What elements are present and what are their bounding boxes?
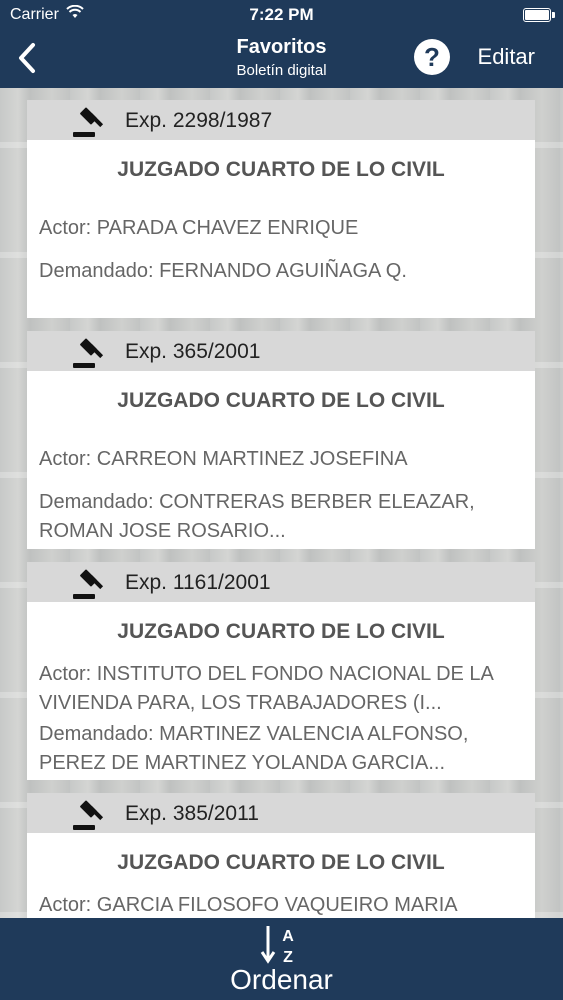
demandado-text: Demandado: MARTINEZ VALENCIA ALFONSO, PE… xyxy=(39,723,469,774)
battery-icon xyxy=(523,8,555,22)
card-body: JUZGADO CUARTO DE LO CIVIL Actor: PARADA… xyxy=(27,140,535,318)
sort-label: Ordenar xyxy=(230,964,333,995)
svg-text:Z: Z xyxy=(283,949,293,964)
status-time: 7:22 PM xyxy=(249,5,314,24)
demandado-text: Demandado: CONTRERAS BERBER ELEAZAR, ROM… xyxy=(39,491,475,542)
expediente-number: Exp. 365/2001 xyxy=(125,340,261,363)
court-name: JUZGADO CUARTO DE LO CIVIL xyxy=(117,389,445,412)
bottom-toolbar: A Z Ordenar xyxy=(0,918,563,1000)
expediente-number: Exp. 2298/1987 xyxy=(125,109,273,132)
expediente-number: Exp. 385/2011 xyxy=(125,802,259,825)
court-name: JUZGADO CUARTO DE LO CIVIL xyxy=(117,158,445,181)
sort-alpha-icon: A Z xyxy=(260,924,304,966)
list-item[interactable]: Exp. 365/2001 JUZGADO CUARTO DE LO CIVIL… xyxy=(27,331,535,549)
court-name: JUZGADO CUARTO DE LO CIVIL xyxy=(117,620,445,643)
card-header: Exp. 2298/1987 xyxy=(27,100,535,140)
help-button[interactable]: ? xyxy=(414,39,450,75)
expediente-number: Exp. 1161/2001 xyxy=(125,571,271,594)
card-body: JUZGADO CUARTO DE LO CIVIL Actor: CARREO… xyxy=(27,371,535,549)
list-item[interactable]: Exp. 385/2011 JUZGADO CUARTO DE LO CIVIL… xyxy=(27,793,535,918)
demandado-text: Demandado: FERNANDO AGUIÑAGA Q. xyxy=(39,260,407,282)
card-header: Exp. 365/2001 xyxy=(27,331,535,371)
card-body: JUZGADO CUARTO DE LO CIVIL Actor: INSTIT… xyxy=(27,602,535,780)
actor-text: Actor: GARCIA FILOSOFO VAQUEIRO MARIA xyxy=(39,894,458,916)
question-circle-icon: ? xyxy=(424,42,440,72)
edit-button[interactable]: Editar xyxy=(478,44,535,70)
gavel-icon xyxy=(71,106,107,138)
status-bar: Carrier 7:22 PM xyxy=(0,0,563,30)
gavel-icon xyxy=(71,337,107,369)
svg-text:A: A xyxy=(282,928,294,945)
court-name: JUZGADO CUARTO DE LO CIVIL xyxy=(117,851,445,874)
actor-text: Actor: CARREON MARTINEZ JOSEFINA xyxy=(39,448,408,470)
list-item[interactable]: Exp. 2298/1987 JUZGADO CUARTO DE LO CIVI… xyxy=(27,100,535,318)
card-header: Exp. 385/2011 xyxy=(27,793,535,833)
actor-text: Actor: INSTITUTO DEL FONDO NACIONAL DE L… xyxy=(39,663,493,714)
gavel-icon xyxy=(71,568,107,600)
list-item[interactable]: Exp. 1161/2001 JUZGADO CUARTO DE LO CIVI… xyxy=(27,562,535,780)
sort-button[interactable]: A Z Ordenar xyxy=(200,918,363,1000)
top-bar: Carrier 7:22 PM Favoritos Boletín digita… xyxy=(0,0,563,88)
favorites-list[interactable]: Exp. 2298/1987 JUZGADO CUARTO DE LO CIVI… xyxy=(0,88,563,918)
card-body: JUZGADO CUARTO DE LO CIVIL Actor: GARCIA… xyxy=(27,833,535,918)
actor-text: Actor: PARADA CHAVEZ ENRIQUE xyxy=(39,217,359,239)
gavel-icon xyxy=(71,799,107,831)
navigation-bar: Favoritos Boletín digital ? Editar xyxy=(0,30,563,88)
card-header: Exp. 1161/2001 xyxy=(27,562,535,602)
